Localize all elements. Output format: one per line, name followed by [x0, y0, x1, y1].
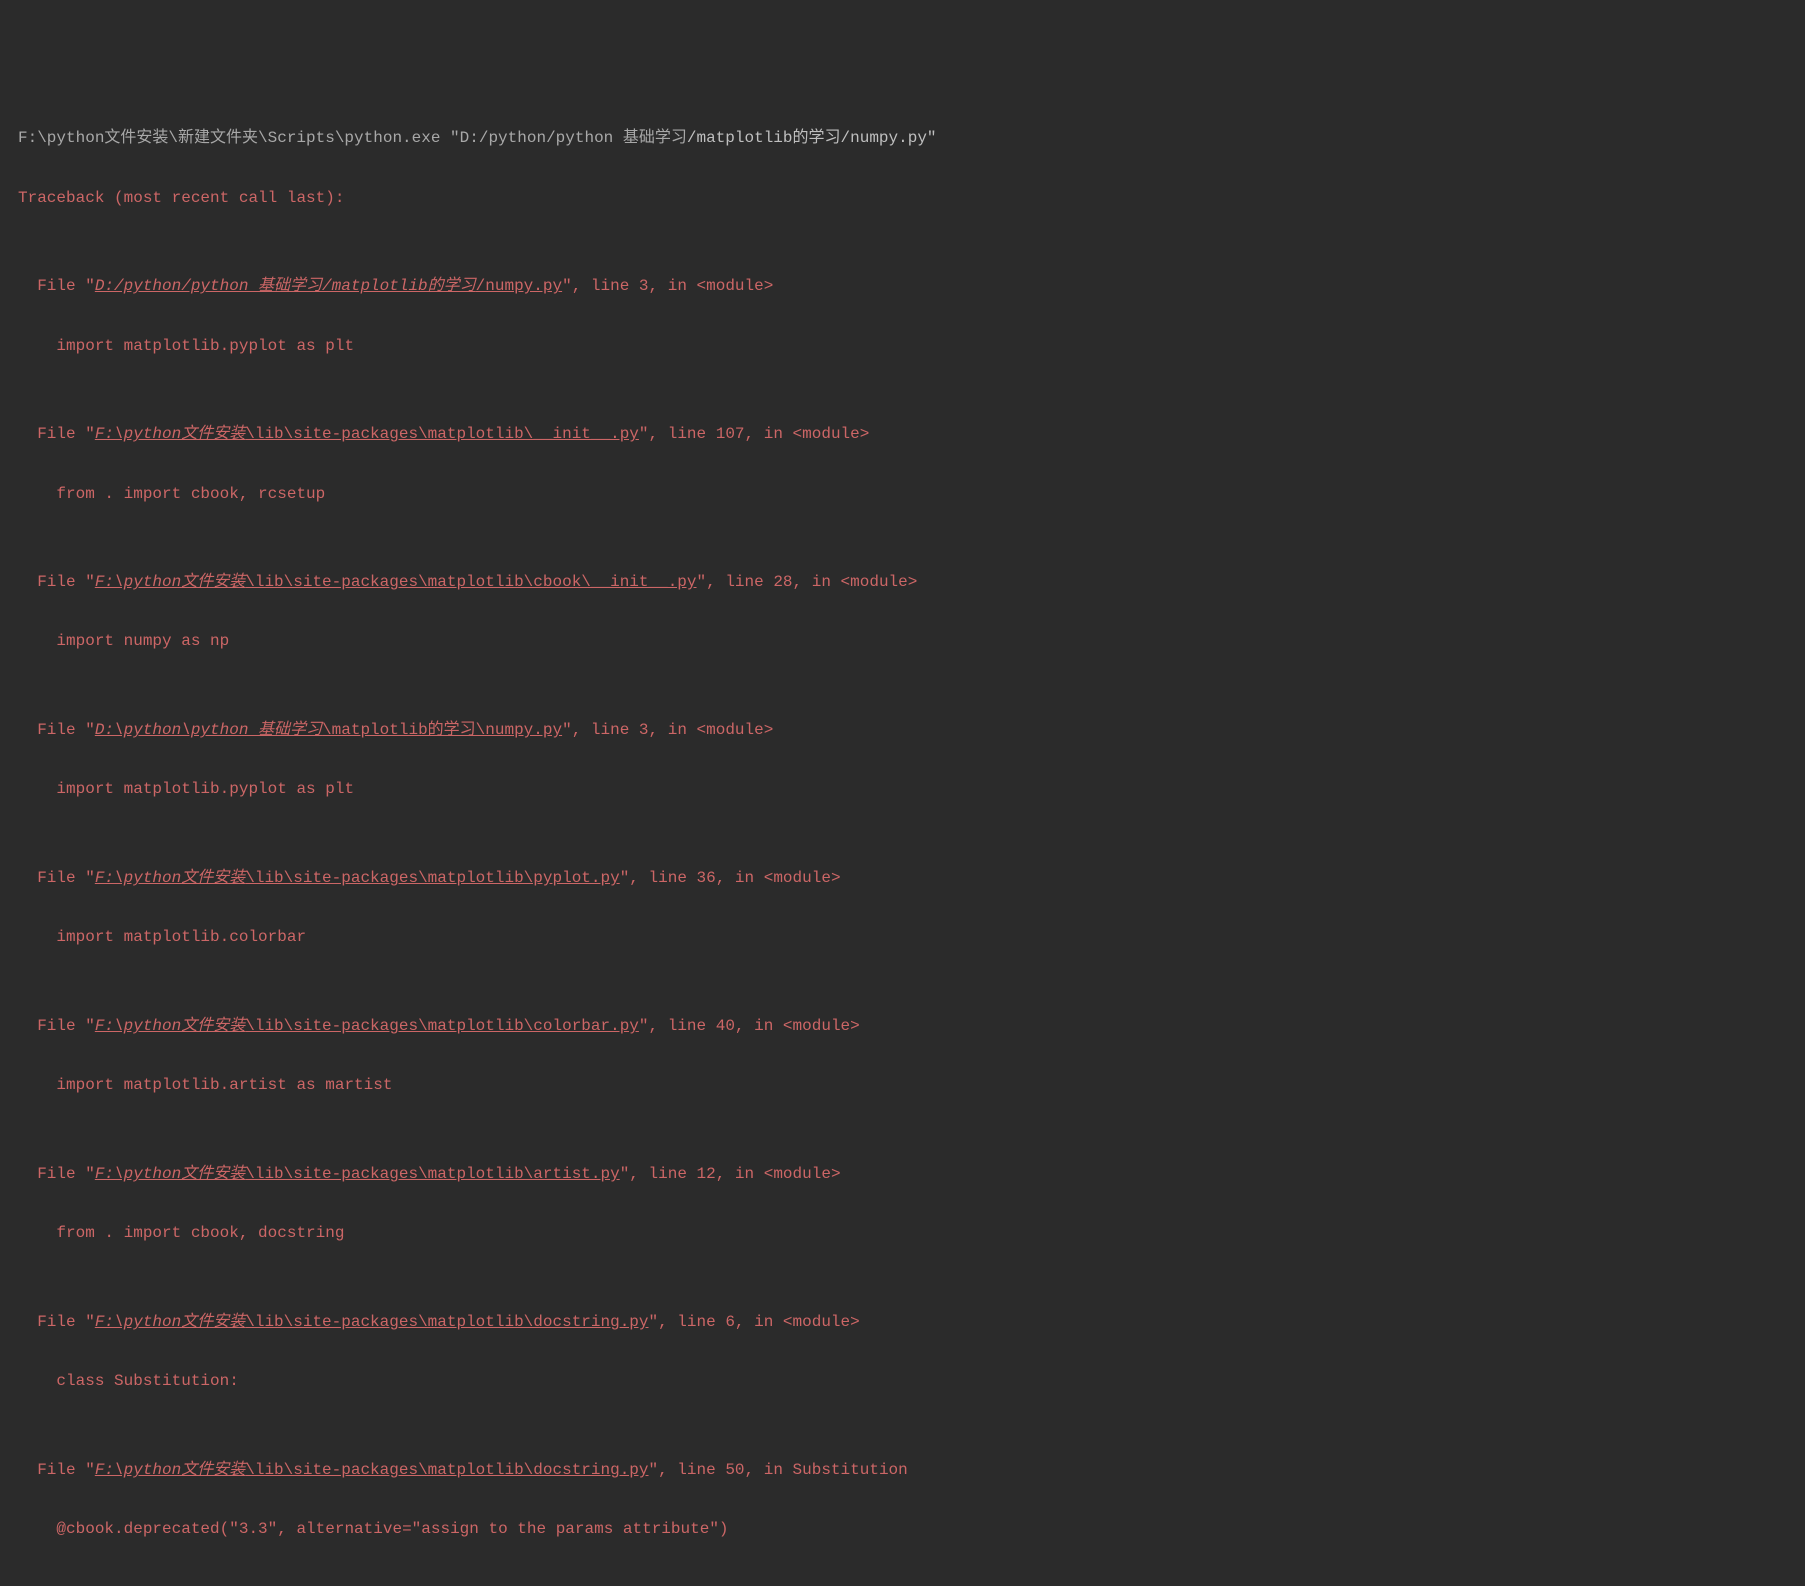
stack-code: from . import cbook, rcsetup [18, 480, 1787, 510]
command-line: F:\python文件安装\新建文件夹\Scripts\python.exe "… [18, 124, 1787, 154]
stack-frame: File "D:\python\python 基础学习\matplotlib的学… [18, 716, 1787, 746]
stack-frame: File "F:\python文件安装\lib\site-packages\ma… [18, 864, 1787, 894]
stack-code: import matplotlib.pyplot as plt [18, 332, 1787, 362]
file-link[interactable]: F:\python文件安装\lib\site-packages\matplotl… [95, 1461, 649, 1479]
file-link[interactable]: D:/python/python 基础学习/matplotlib的学习/nump… [95, 277, 562, 295]
stack-code: from . import cbook, docstring [18, 1219, 1787, 1249]
stack-frame: File "F:\python文件安装\lib\site-packages\ma… [18, 420, 1787, 450]
file-link[interactable]: F:\python文件安装\lib\site-packages\matplotl… [95, 869, 620, 887]
stack-frame: File "F:\python文件安装\lib\site-packages\ma… [18, 568, 1787, 598]
file-link[interactable]: F:\python文件安装\lib\site-packages\matplotl… [95, 573, 697, 591]
stack-frame: File "D:/python/python 基础学习/matplotlib的学… [18, 272, 1787, 302]
stack-code: @cbook.deprecated("3.3", alternative="as… [18, 1515, 1787, 1545]
file-link[interactable]: D:\python\python 基础学习\matplotlib的学习\nump… [95, 721, 562, 739]
stack-frame: File "F:\python文件安装\lib\site-packages\ma… [18, 1012, 1787, 1042]
stack-code: import matplotlib.artist as martist [18, 1071, 1787, 1101]
stack-code: import matplotlib.pyplot as plt [18, 775, 1787, 805]
stack-code: import numpy as np [18, 627, 1787, 657]
stack-code: import matplotlib.colorbar [18, 923, 1787, 953]
traceback-header: Traceback (most recent call last): [18, 184, 1787, 214]
file-link[interactable]: F:\python文件安装\lib\site-packages\matplotl… [95, 1017, 639, 1035]
file-link[interactable]: F:\python文件安装\lib\site-packages\matplotl… [95, 1313, 649, 1331]
stack-code: class Substitution: [18, 1367, 1787, 1397]
file-link[interactable]: F:\python文件安装\lib\site-packages\matplotl… [95, 1165, 620, 1183]
stack-frame: File "F:\python文件安装\lib\site-packages\ma… [18, 1160, 1787, 1190]
stack-frame: File "F:\python文件安装\lib\site-packages\ma… [18, 1308, 1787, 1338]
file-link[interactable]: F:\python文件安装\lib\site-packages\matplotl… [95, 425, 639, 443]
stack-frame: File "F:\python文件安装\lib\site-packages\ma… [18, 1456, 1787, 1486]
